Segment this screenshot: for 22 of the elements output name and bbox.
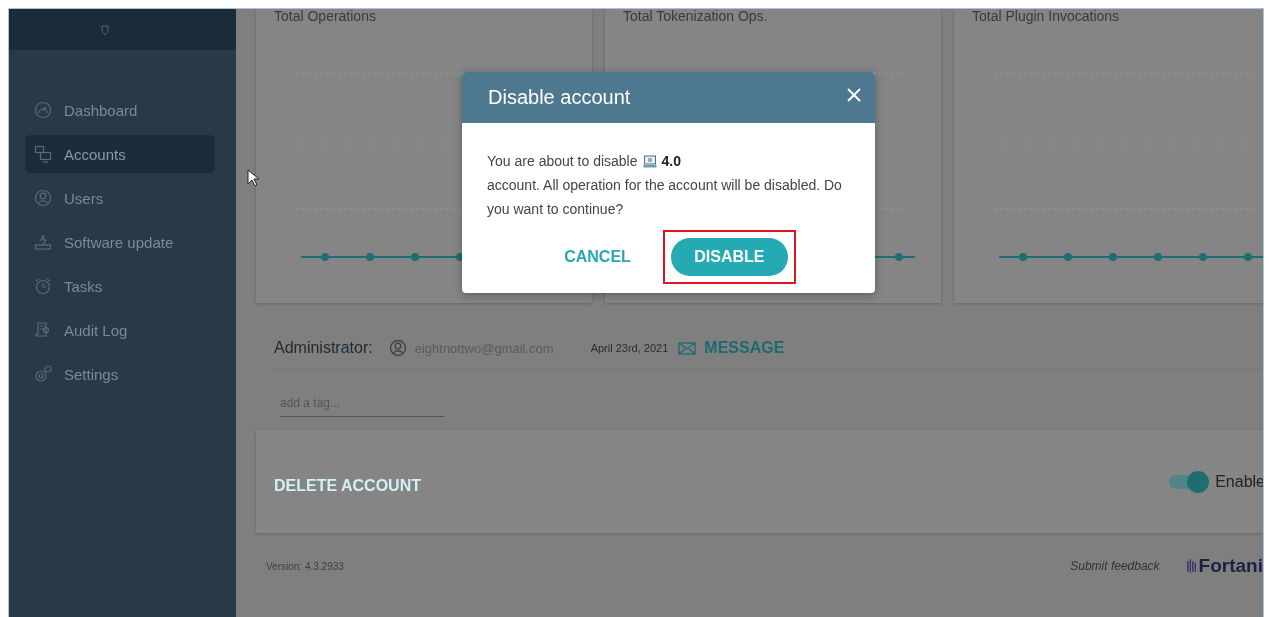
sidebar-item[interactable]: Users xyxy=(25,179,215,217)
sidebar-item[interactable]: Accounts xyxy=(25,135,215,173)
sidebar-item[interactable]: Tasks xyxy=(25,267,215,305)
account-name: 4.0 xyxy=(661,152,681,171)
disable-button[interactable]: DISABLE xyxy=(670,238,788,276)
brand-logo: Fortani xyxy=(1198,555,1263,577)
administrator-label: Administrator: xyxy=(274,339,373,357)
chart-title: Total Tokenization Ops. xyxy=(622,9,769,24)
delete-account-button[interactable]: DELETE ACCOUNT xyxy=(274,477,421,495)
sidebar-item[interactable]: Settings xyxy=(25,355,215,393)
version-text: Version: 4.3.2933 xyxy=(266,560,344,572)
sidebar-item[interactable]: Dashboard xyxy=(25,91,215,129)
date-text: April 23rd, 2021 xyxy=(590,342,669,354)
modal-title: Disable account xyxy=(488,86,631,109)
feedback-link[interactable]: Submit feedback xyxy=(1070,559,1160,573)
cancel-button[interactable]: CANCEL xyxy=(564,244,631,270)
message-text: You are about to disable xyxy=(487,152,638,171)
chart-title: Total Plugin Invocations xyxy=(971,9,1121,24)
message-text: account. All operation for the account will be disabled. Do you want to continue? xyxy=(487,176,843,219)
chart-title: Total Operations xyxy=(273,9,377,24)
sidebar-item[interactable]: Audit Log xyxy=(25,311,215,349)
sidebar-item[interactable]: Software update xyxy=(25,223,215,261)
